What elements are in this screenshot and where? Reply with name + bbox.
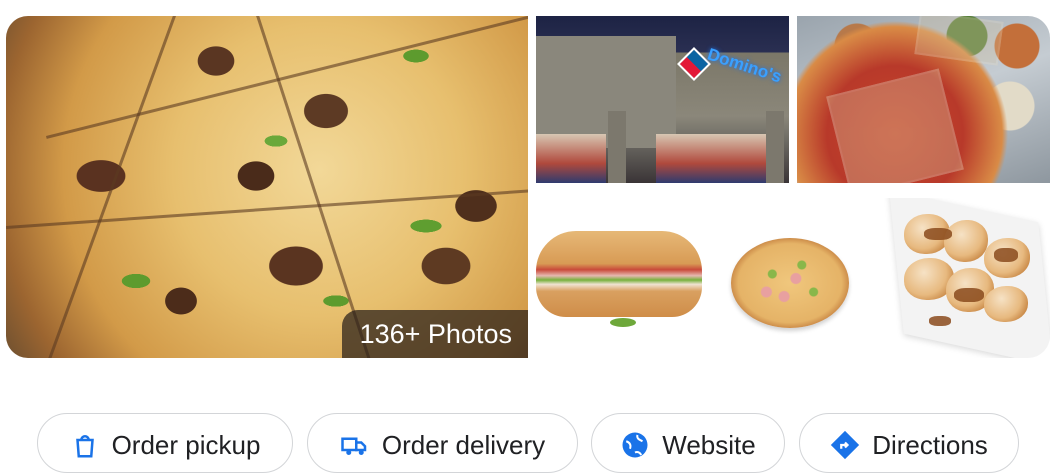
website-button[interactable]: Website <box>591 413 785 473</box>
pizza-photo[interactable] <box>718 198 868 358</box>
order-pickup-button[interactable]: Order pickup <box>37 413 293 473</box>
globe-icon <box>622 432 648 458</box>
directions-button[interactable]: Directions <box>799 413 1019 473</box>
pickup-bag-icon <box>75 435 94 458</box>
store-sign: Domino's <box>705 44 784 87</box>
wings-photo[interactable] <box>884 198 1050 358</box>
storefront-photo[interactable]: Domino's <box>536 16 789 183</box>
food-spread-photo[interactable] <box>797 16 1050 183</box>
delivery-icon <box>341 437 367 455</box>
sandwich-photo[interactable] <box>536 198 702 358</box>
order-delivery-button[interactable]: Order delivery <box>307 413 578 473</box>
photos-count-badge[interactable]: 136+ Photos <box>341 310 528 358</box>
directions-icon <box>831 430 860 460</box>
main-pizza-photo[interactable]: 136+ Photos <box>6 16 528 358</box>
